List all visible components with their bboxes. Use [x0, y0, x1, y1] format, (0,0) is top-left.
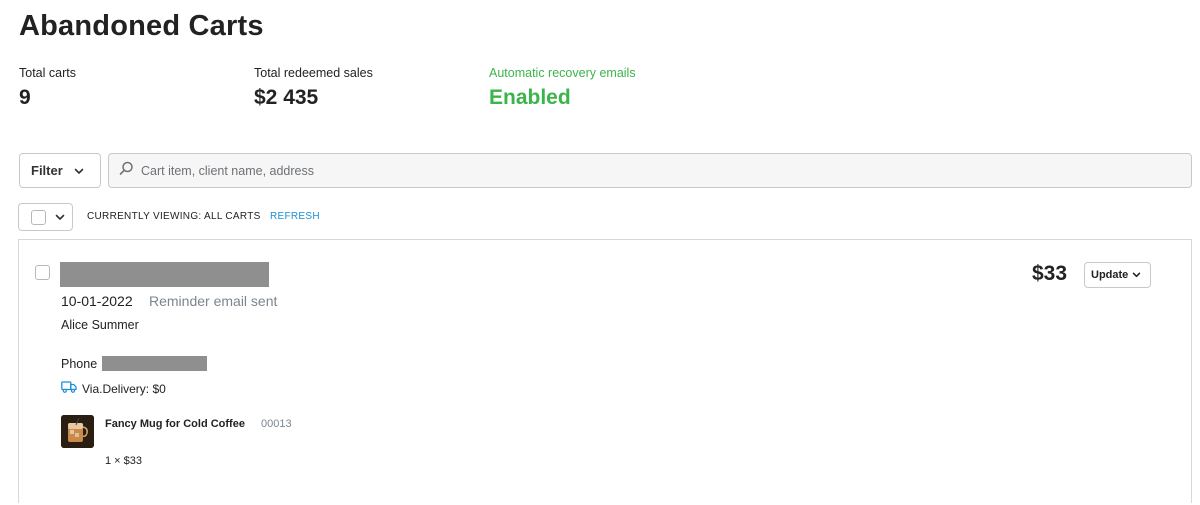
chevron-down-icon [55, 208, 65, 226]
search-input[interactable] [141, 163, 1041, 178]
phone-label: Phone [61, 357, 98, 371]
cart-total: $33 [1032, 262, 1068, 285]
stat-total-redeemed-sales: Total redeemed sales $2 435 [254, 66, 373, 110]
page-title: Abandoned Carts [19, 10, 264, 42]
search-icon [119, 161, 134, 181]
select-all-dropdown[interactable] [18, 203, 73, 231]
stat-total-carts: Total carts 9 [19, 66, 76, 110]
cart-select-checkbox[interactable] [35, 265, 50, 280]
cart-date: 10-01-2022 [61, 293, 133, 309]
refresh-link[interactable]: REFRESH [270, 211, 320, 222]
redacted-phone-number [102, 356, 207, 371]
product-sku: 00013 [261, 418, 292, 430]
cart-status: Reminder email sent [149, 293, 278, 309]
currently-viewing-label: CURRENTLY VIEWING: ALL CARTS [87, 211, 261, 222]
chevron-down-icon [74, 163, 84, 178]
product-thumbnail[interactable] [61, 415, 94, 448]
recovery-emails-status: Enabled [489, 86, 571, 109]
product-name[interactable]: Fancy Mug for Cold Coffee [105, 418, 245, 430]
client-name: Alice Summer [61, 318, 139, 332]
cart-card: 10-01-2022 Reminder email sent Alice Sum… [18, 239, 1192, 503]
filter-button[interactable]: Filter [19, 153, 101, 188]
update-button[interactable]: Update [1084, 262, 1151, 288]
update-button-label: Update [1091, 269, 1129, 281]
stat-label: Total redeemed sales [254, 66, 373, 80]
select-all-checkbox[interactable] [31, 209, 46, 225]
stat-value: 9 [19, 86, 31, 109]
delivery-info: Via.Delivery: $0 [61, 381, 166, 396]
stat-label: Total carts [19, 66, 76, 80]
redacted-cart-title [60, 262, 269, 287]
stat-label[interactable]: Automatic recovery emails [489, 66, 636, 80]
search-box[interactable] [108, 153, 1192, 188]
stat-value: $2 435 [254, 86, 319, 109]
chevron-down-icon [1132, 269, 1141, 281]
delivery-text: Via.Delivery: $0 [82, 381, 166, 396]
product-quantity-price: 1 × $33 [105, 455, 143, 467]
stat-recovery-emails: Automatic recovery emails Enabled [489, 66, 636, 110]
truck-icon [61, 381, 77, 396]
filter-button-label: Filter [31, 163, 63, 178]
